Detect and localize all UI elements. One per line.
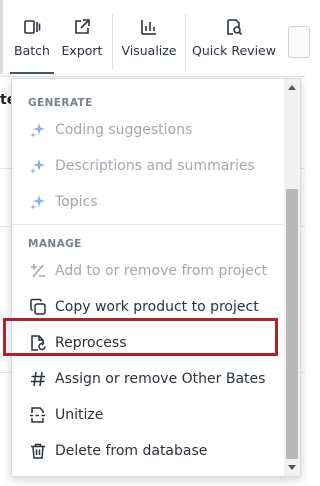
menu-item-label: Copy work product to project (55, 299, 259, 315)
trash-icon (28, 441, 48, 461)
export-icon (71, 16, 93, 38)
menu-item-coding-suggestions[interactable]: Coding suggestions (12, 113, 282, 147)
hash-icon (28, 369, 48, 389)
menu-divider (12, 224, 284, 225)
menu-item-label: Coding suggestions (55, 122, 193, 138)
page: Batch Export Visualize Quick Review te G… (0, 0, 310, 486)
menu-item-descriptions-and-summaries[interactable]: Descriptions and summaries (12, 149, 282, 183)
scroll-up-arrow-icon[interactable] (288, 85, 296, 90)
quick-review-button[interactable]: Quick Review (192, 0, 276, 76)
toolbar-overflow-control[interactable] (288, 26, 310, 58)
batch-label: Batch (14, 43, 50, 58)
bar-chart-icon (138, 16, 160, 38)
menu-item-add-or-remove-from-project[interactable]: Add to or remove from project (12, 254, 282, 288)
unitize-icon (28, 405, 48, 425)
toolbar-left-edge (0, 0, 3, 74)
generate-section-header: GENERATE (28, 97, 93, 109)
quick-review-icon (223, 16, 245, 38)
toolbar-separator (185, 14, 186, 70)
toolbar: Batch Export Visualize Quick Review (0, 0, 310, 77)
menu-item-label: Unitize (55, 407, 104, 423)
menu-item-label: Add to or remove from project (55, 263, 268, 279)
export-label: Export (61, 43, 103, 58)
menu-item-label: Descriptions and summaries (55, 158, 255, 174)
menu-item-label: Delete from database (55, 443, 208, 459)
sparkle-icon (28, 120, 48, 140)
menu-item-delete-from-database[interactable]: Delete from database (12, 434, 282, 468)
scroll-down-arrow-icon[interactable] (288, 465, 296, 470)
batch-dropdown-menu: GENERATE Coding suggestions Descriptions… (11, 78, 301, 477)
batch-button[interactable]: Batch (10, 0, 54, 76)
copy-icon (28, 297, 48, 317)
menu-scrollbar[interactable] (284, 79, 300, 476)
reprocess-highlight-box (3, 318, 278, 356)
scrollbar-thumb[interactable] (286, 189, 298, 459)
toolbar-separator (112, 14, 113, 70)
export-button[interactable]: Export (58, 0, 106, 76)
visualize-button[interactable]: Visualize (120, 0, 178, 76)
quick-review-label: Quick Review (192, 43, 276, 58)
visualize-label: Visualize (121, 43, 177, 58)
sparkle-icon (28, 156, 48, 176)
menu-item-label: Assign or remove Other Bates (55, 371, 266, 387)
plus-minus-icon (28, 261, 48, 281)
menu-item-assign-other-bates[interactable]: Assign or remove Other Bates (12, 362, 282, 396)
menu-item-label: Topics (55, 194, 98, 210)
menu-item-topics[interactable]: Topics (12, 185, 282, 219)
menu-item-unitize[interactable]: Unitize (12, 398, 282, 432)
batch-active-indicator (10, 72, 54, 74)
manage-section-header: MANAGE (28, 238, 82, 250)
sparkle-icon (28, 192, 48, 212)
batch-icon (21, 16, 43, 38)
